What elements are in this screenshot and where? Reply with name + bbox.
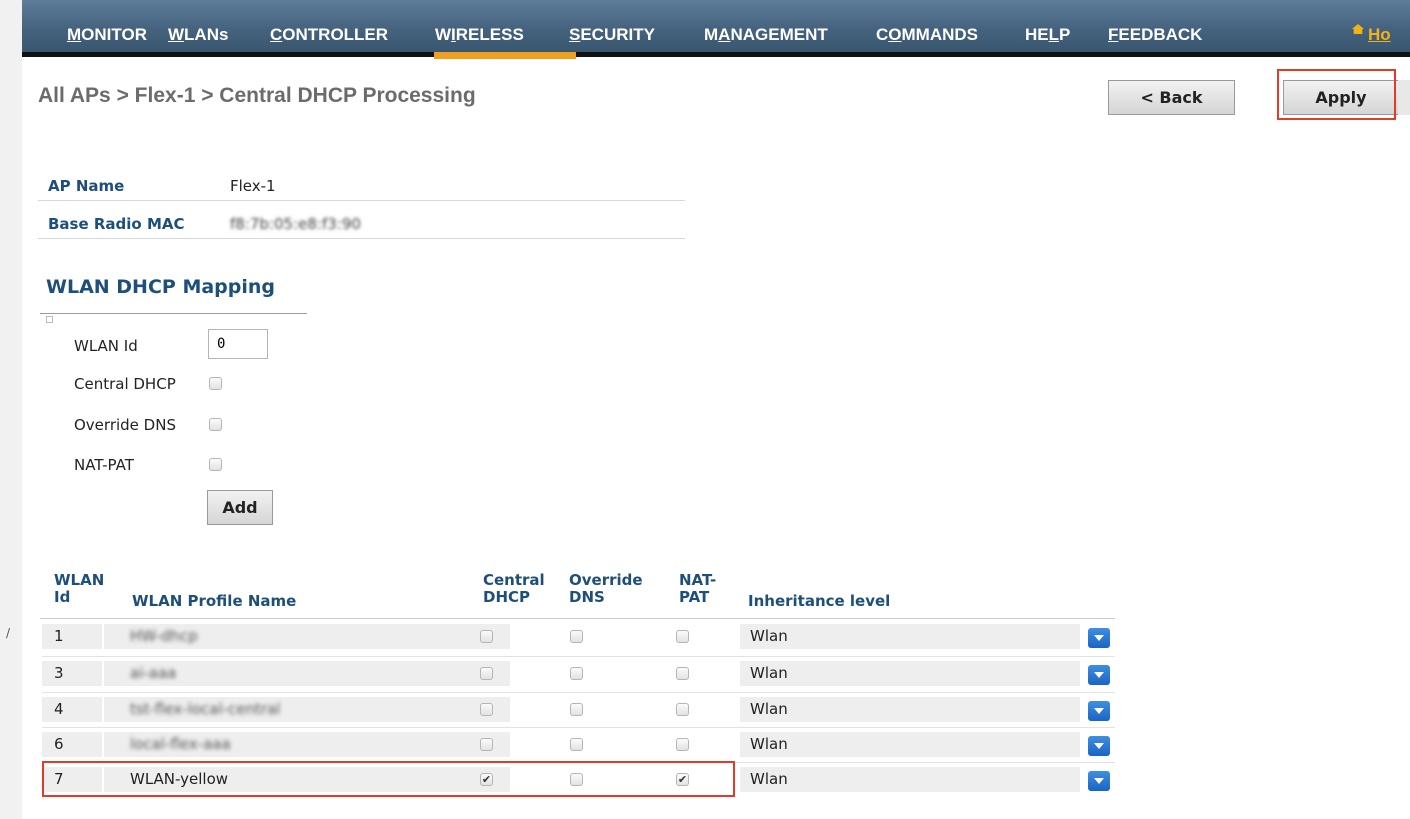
table-row: 4 tst-flex-local-central Wlan — [42, 694, 1115, 725]
id-cell — [42, 732, 102, 757]
central-dhcp-label: Central DHCP — [74, 375, 176, 393]
table-row: 1 HW-dhcp Wlan — [42, 621, 1115, 652]
inheritance-cell — [740, 697, 1080, 722]
id-cell — [42, 661, 102, 686]
nav-monitor[interactable]: MONITOR — [67, 0, 147, 52]
wlan-id-value: 1 — [54, 627, 64, 645]
home-icon[interactable] — [1352, 24, 1364, 34]
top-navigation-bar: MONITOR WLANs CONTROLLER WIRELESS SECURI… — [22, 0, 1410, 59]
override-dns-label: Override DNS — [74, 416, 176, 434]
row-divider — [42, 727, 1115, 728]
central-dhcp-checkbox[interactable] — [209, 377, 222, 390]
inheritance-level-value: Wlan — [750, 664, 788, 682]
base-radio-mac-label: Base Radio MAC — [48, 215, 185, 233]
wlan-id-value: 6 — [54, 735, 64, 753]
wlan-profile-name: ai-aaa — [130, 664, 177, 682]
col-header-wlan-id: WLAN Id — [54, 571, 105, 606]
table-header-divider — [40, 618, 1115, 619]
section-divider — [40, 313, 307, 314]
nav-help[interactable]: HELP — [1025, 0, 1070, 52]
override-dns-checkbox[interactable] — [570, 630, 583, 643]
wlan-id-value: 3 — [54, 664, 64, 682]
wlan-profile-name: tst-flex-local-central — [130, 700, 281, 718]
ap-name-value: Flex-1 — [230, 177, 276, 195]
inheritance-level-value: Wlan — [750, 627, 788, 645]
ap-name-row: AP Name Flex-1 — [38, 172, 685, 201]
central-dhcp-checkbox[interactable] — [480, 703, 493, 716]
add-button[interactable]: Add — [207, 490, 273, 525]
inheritance-level-value: Wlan — [750, 700, 788, 718]
central-dhcp-checkbox[interactable] — [480, 667, 493, 680]
base-radio-mac-row: Base Radio MAC f8:7b:05:e8:f3:90 — [38, 210, 685, 239]
col-header-central-dhcp: Central DHCP — [483, 571, 545, 606]
wlan-id-input[interactable] — [208, 329, 268, 359]
inheritance-cell — [740, 624, 1080, 649]
col-header-override-dns: Override DNS — [569, 571, 643, 606]
frame-marker: / — [6, 626, 11, 640]
wlan-id-value: 4 — [54, 700, 64, 718]
override-dns-checkbox[interactable] — [570, 738, 583, 751]
override-dns-checkbox[interactable] — [570, 703, 583, 716]
chevron-down-icon[interactable] — [1088, 771, 1110, 791]
collapse-marker — [46, 316, 53, 323]
nav-commands[interactable]: COMMANDS — [876, 0, 978, 52]
nav-wlans[interactable]: WLANs — [168, 0, 228, 52]
apply-highlight-box — [1277, 69, 1396, 120]
nav-feedback[interactable]: FEEDBACK — [1108, 0, 1202, 52]
col-header-profile-name: WLAN Profile Name — [132, 592, 297, 610]
nat-pat-checkbox[interactable] — [676, 667, 689, 680]
override-dns-checkbox[interactable] — [209, 418, 222, 431]
chevron-down-icon[interactable] — [1088, 701, 1110, 721]
wlan-profile-name: HW-dhcp — [130, 627, 198, 645]
back-button[interactable]: < Back — [1108, 80, 1235, 115]
active-tab-indicator — [434, 52, 576, 59]
wlan-profile-name: local-flex-aaa — [130, 735, 231, 753]
chevron-down-icon[interactable] — [1088, 628, 1110, 648]
nav-security[interactable]: SECURITY — [569, 0, 655, 52]
inheritance-level-value: Wlan — [750, 770, 788, 788]
wlan-dhcp-mapping-title: WLAN DHCP Mapping — [46, 276, 276, 298]
col-header-nat-pat: NAT- PAT — [679, 571, 717, 606]
inheritance-cell — [740, 767, 1080, 792]
chevron-down-icon[interactable] — [1088, 736, 1110, 756]
nat-pat-checkbox[interactable] — [676, 703, 689, 716]
highlighted-row-box — [42, 761, 735, 797]
central-dhcp-checkbox[interactable] — [480, 630, 493, 643]
nav-home-link[interactable]: Ho — [1368, 0, 1391, 70]
nat-pat-checkbox[interactable] — [676, 738, 689, 751]
id-cell — [42, 697, 102, 722]
base-radio-mac-value: f8:7b:05:e8:f3:90 — [230, 215, 361, 233]
nat-pat-checkbox[interactable] — [209, 458, 222, 471]
wlan-id-label: WLAN Id — [74, 337, 138, 355]
ap-name-label: AP Name — [48, 177, 125, 195]
row-divider — [42, 692, 1115, 693]
toolbar-edge — [1398, 80, 1410, 115]
table-row: 6 local-flex-aaa Wlan — [42, 729, 1115, 760]
page-title: All APs > Flex-1 > Central DHCP Processi… — [38, 84, 476, 107]
chevron-down-icon[interactable] — [1088, 665, 1110, 685]
nav-management[interactable]: MANAGEMENT — [704, 0, 828, 52]
nat-pat-label: NAT-PAT — [74, 456, 134, 474]
nat-pat-checkbox[interactable] — [676, 630, 689, 643]
inheritance-level-value: Wlan — [750, 735, 788, 753]
row-divider — [42, 656, 1115, 657]
inheritance-cell — [740, 732, 1080, 757]
col-header-inheritance-level: Inheritance level — [748, 592, 891, 610]
id-cell — [42, 624, 102, 649]
override-dns-checkbox[interactable] — [570, 667, 583, 680]
left-frame-strip: / — [0, 0, 22, 819]
inheritance-cell — [740, 661, 1080, 686]
nav-controller[interactable]: CONTROLLER — [270, 0, 388, 52]
central-dhcp-checkbox[interactable] — [480, 738, 493, 751]
nav-wireless[interactable]: WIRELESS — [435, 0, 524, 52]
table-row: 3 ai-aaa Wlan — [42, 658, 1115, 689]
